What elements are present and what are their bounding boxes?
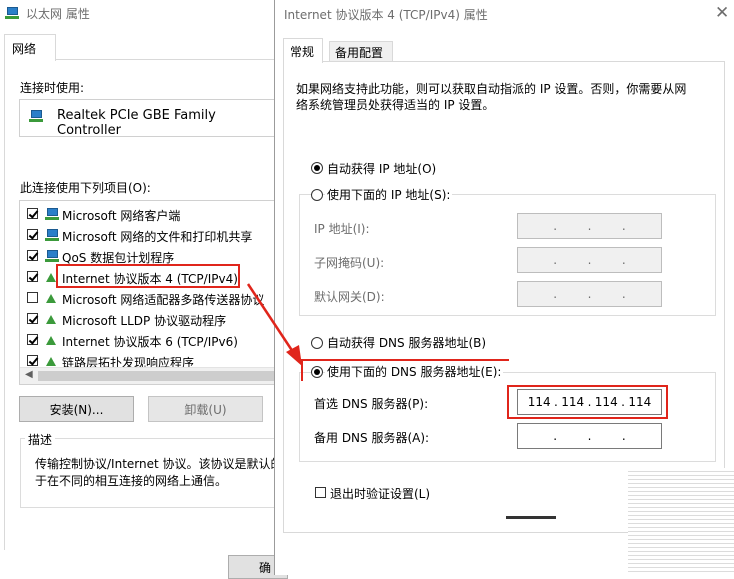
red-arrow-icon <box>246 283 302 366</box>
tab-network[interactable]: 网络 <box>4 34 56 61</box>
watermark-graphic <box>628 468 734 575</box>
tab-general[interactable]: 常规 <box>283 38 323 63</box>
dash-mark <box>506 516 556 519</box>
